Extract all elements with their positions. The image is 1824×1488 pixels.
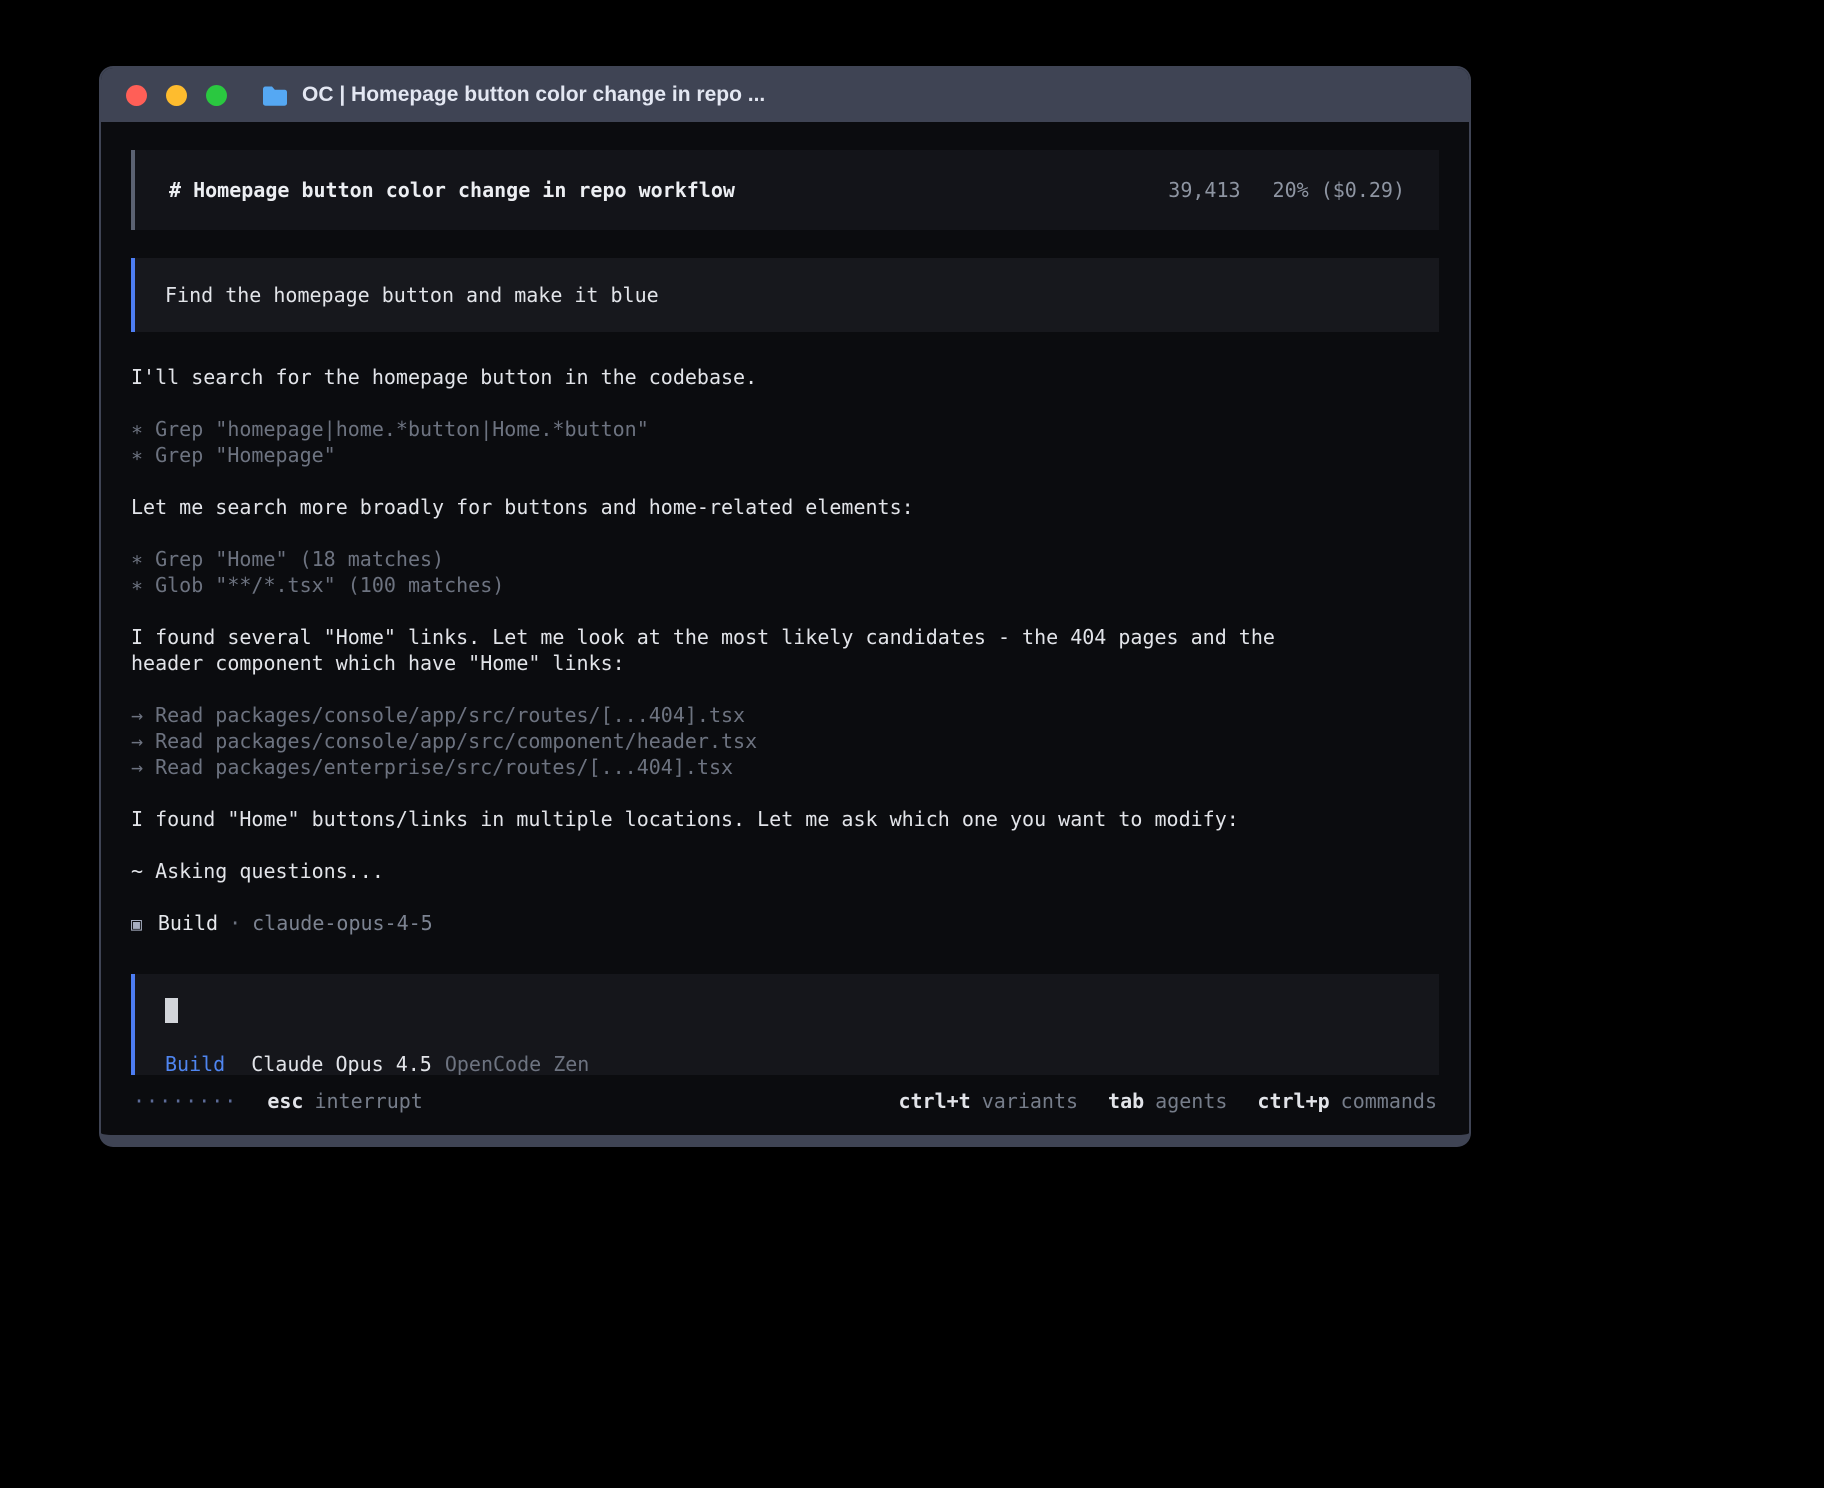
terminal-content: # Homepage button color change in repo w… [101, 122, 1469, 1075]
agent-mode-label: Build [165, 1052, 225, 1075]
status-bar-right: ctrl+t variants tab agents ctrl+p commands [898, 1089, 1437, 1113]
tool-call-group: ∗ Grep "homepage|home.*button|Home.*butt… [131, 416, 1439, 468]
model-name: Claude Opus 4.5 [251, 1052, 432, 1075]
status-bar: ········ esc interrupt ctrl+t variants tab… [101, 1075, 1469, 1135]
folder-icon [262, 85, 288, 106]
tool-call-grep: ∗ Grep "homepage|home.*button|Home.*butt… [131, 416, 1341, 442]
hint-commands: ctrl+p commands [1257, 1089, 1437, 1113]
tool-call-group: ∗ Grep "Home" (18 matches) ∗ Glob "**/*.… [131, 546, 1439, 598]
esc-label: interrupt [314, 1089, 422, 1113]
window-title: OC | Homepage button color change in rep… [302, 83, 765, 107]
agent-status-line: ▣ Build · claude-opus-4-5 [131, 910, 1439, 938]
title-bar: OC | Homepage button color change in rep… [101, 68, 1469, 122]
token-count: 39,413 [1168, 178, 1240, 202]
user-message: Find the homepage button and make it blu… [131, 258, 1439, 332]
assistant-status-text: ~ Asking questions... [131, 858, 1341, 884]
ctrl-p-key: ctrl+p [1257, 1089, 1329, 1113]
session-stats: 39,413 20% ($0.29) [1168, 177, 1405, 203]
tool-call-grep: ∗ Grep "Home" (18 matches) [131, 546, 1341, 572]
agents-label: agents [1155, 1089, 1227, 1113]
agent-model: claude-opus-4-5 [252, 910, 433, 936]
minimize-button[interactable] [166, 85, 187, 106]
context-usage: 20% ($0.29) [1273, 178, 1405, 202]
agent-status-icon: ▣ [131, 912, 142, 938]
tool-call-read: → Read packages/enterprise/src/routes/[.… [131, 754, 1341, 780]
terminal-window: OC | Homepage button color change in rep… [99, 66, 1471, 1147]
zoom-button[interactable] [206, 85, 227, 106]
provider-name: OpenCode Zen [445, 1052, 590, 1075]
agent-separator: · [229, 910, 241, 936]
close-button[interactable] [126, 85, 147, 106]
model-status-line: Build Claude Opus 4.5 OpenCode Zen [165, 1051, 1409, 1075]
tool-call-glob: ∗ Glob "**/*.tsx" (100 matches) [131, 572, 1341, 598]
esc-key: esc [267, 1089, 303, 1113]
agent-name: Build [158, 910, 218, 936]
tool-call-read: → Read packages/console/app/src/routes/[… [131, 702, 1341, 728]
prompt-input[interactable]: Build Claude Opus 4.5 OpenCode Zen [131, 974, 1439, 1075]
assistant-response: I'll search for the homepage button in t… [131, 364, 1439, 938]
hint-interrupt: esc interrupt [267, 1089, 423, 1113]
ctrl-t-key: ctrl+t [898, 1089, 970, 1113]
tool-call-grep: ∗ Grep "Homepage" [131, 442, 1341, 468]
cursor-block [165, 998, 178, 1023]
assistant-text: I found "Home" buttons/links in multiple… [131, 806, 1341, 832]
commands-label: commands [1341, 1089, 1437, 1113]
variants-label: variants [982, 1089, 1078, 1113]
session-header: # Homepage button color change in repo w… [131, 150, 1439, 230]
assistant-text: I'll search for the homepage button in t… [131, 364, 1341, 390]
tool-call-group: → Read packages/console/app/src/routes/[… [131, 702, 1439, 780]
user-message-text: Find the homepage button and make it blu… [165, 283, 659, 307]
tab-key: tab [1108, 1089, 1144, 1113]
hint-variants: ctrl+t variants [898, 1089, 1078, 1113]
assistant-text: Let me search more broadly for buttons a… [131, 494, 1341, 520]
session-title: # Homepage button color change in repo w… [169, 177, 735, 203]
assistant-text: I found several "Home" links. Let me loo… [131, 624, 1341, 676]
spinner-dots: ········ [133, 1089, 237, 1113]
tool-call-read: → Read packages/console/app/src/componen… [131, 728, 1341, 754]
hint-agents: tab agents [1108, 1089, 1227, 1113]
